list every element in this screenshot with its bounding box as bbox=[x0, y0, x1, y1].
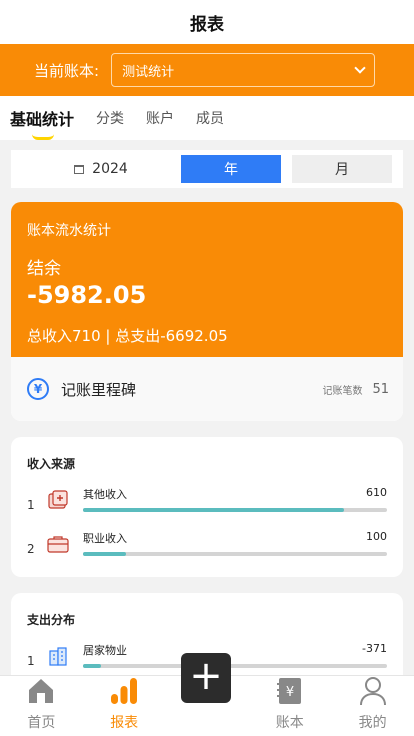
user-icon bbox=[358, 676, 388, 706]
home-icon bbox=[26, 676, 56, 706]
progress-fill bbox=[83, 552, 126, 556]
plus-icon: + bbox=[189, 653, 223, 699]
tabbar-report-label: 报表 bbox=[110, 715, 139, 731]
tabbar-mine[interactable]: 我的 bbox=[331, 676, 414, 736]
tabbar-mine-label: 我的 bbox=[358, 715, 387, 731]
balance-value: -5982.05 bbox=[27, 281, 147, 309]
tab-member[interactable]: 成员 bbox=[196, 108, 224, 128]
tab-label: 账户 bbox=[146, 111, 175, 127]
list-item[interactable]: 2 职业收入 100 bbox=[27, 530, 387, 574]
tab-label: 基础统计 bbox=[10, 110, 75, 129]
flow-summary: 账本流水统计 结余 -5982.05 总收入710 | 总支出-6692.05 bbox=[11, 202, 403, 357]
tab-label: 分类 bbox=[96, 111, 125, 127]
briefcase-icon bbox=[47, 534, 69, 554]
book-select-value: 测试统计 bbox=[122, 64, 175, 80]
page-title-text: 报表 bbox=[190, 14, 224, 35]
record-count-label: 记账笔数 bbox=[322, 385, 363, 397]
rank: 1 bbox=[27, 654, 35, 668]
item-name: 职业收入 bbox=[83, 532, 127, 545]
segment-month-label: 月 bbox=[335, 162, 349, 178]
year-value: 2024 bbox=[92, 161, 128, 177]
segment-year-label: 年 bbox=[224, 162, 238, 178]
segment-month[interactable]: 月 bbox=[292, 155, 392, 183]
item-value: 610 bbox=[366, 486, 387, 499]
tabbar-book[interactable]: ¥ 账本 bbox=[248, 676, 331, 736]
list-item[interactable]: 1 其他收入 610 bbox=[27, 486, 387, 530]
report-tabs: 基础统计 分类 账户 成员 bbox=[0, 96, 414, 140]
calendar-icon bbox=[74, 164, 85, 174]
progress-track bbox=[83, 664, 387, 668]
tab-label: 成员 bbox=[196, 111, 225, 127]
add-record-button[interactable]: + bbox=[181, 653, 231, 703]
milestone-row[interactable]: ¥ 记账里程碑 记账笔数 51 bbox=[11, 357, 403, 421]
book-label: 当前账本: bbox=[34, 61, 100, 80]
active-tab-indicator bbox=[32, 134, 54, 140]
progress-track bbox=[83, 552, 387, 556]
item-name: 居家物业 bbox=[83, 644, 127, 657]
expense-panel-title: 支出分布 bbox=[27, 613, 76, 627]
red-envelope-icon bbox=[47, 490, 69, 510]
rank: 1 bbox=[27, 498, 35, 512]
progress-fill bbox=[83, 664, 102, 668]
flow-stats-card: 账本流水统计 结余 -5982.05 总收入710 | 总支出-6692.05 … bbox=[11, 202, 403, 421]
chevron-down-icon bbox=[354, 62, 366, 74]
year-picker[interactable]: 2024 bbox=[21, 161, 181, 177]
item-value: 100 bbox=[366, 530, 387, 543]
book-selector-bar: 当前账本: 测试统计 bbox=[0, 44, 414, 96]
balance-label: 结余 bbox=[27, 259, 61, 279]
tab-account[interactable]: 账户 bbox=[146, 108, 174, 128]
ledger-icon: ¥ bbox=[275, 676, 305, 706]
record-count: 51 bbox=[372, 381, 389, 397]
tab-basic-stats[interactable]: 基础统计 bbox=[10, 106, 75, 140]
svg-text:¥: ¥ bbox=[286, 685, 294, 700]
income-panel-title: 收入来源 bbox=[27, 457, 76, 471]
rank: 2 bbox=[27, 542, 35, 556]
book-select[interactable]: 测试统计 bbox=[111, 53, 376, 87]
tabbar-report[interactable]: 报表 bbox=[83, 676, 166, 736]
tabbar-home-label: 首页 bbox=[27, 715, 56, 731]
flow-title: 账本流水统计 bbox=[27, 223, 111, 239]
page-title: 报表 bbox=[0, 0, 414, 44]
income-source-panel: 收入来源 1 其他收入 610 2 职业收入 100 bbox=[11, 437, 403, 577]
progress-track bbox=[83, 508, 387, 512]
tabbar-home[interactable]: 首页 bbox=[0, 676, 83, 736]
period-selector: 2024 年 月 bbox=[11, 150, 403, 188]
milestone-label: 记账里程碑 bbox=[61, 380, 137, 399]
income-expense-summary: 总收入710 | 总支出-6692.05 bbox=[27, 327, 228, 345]
item-value: -371 bbox=[362, 642, 387, 655]
bar-chart-icon bbox=[109, 676, 139, 706]
yen-icon: ¥ bbox=[27, 378, 49, 400]
segment-year[interactable]: 年 bbox=[181, 155, 281, 183]
tab-category[interactable]: 分类 bbox=[96, 108, 124, 128]
item-name: 其他收入 bbox=[83, 488, 127, 501]
tabbar-book-label: 账本 bbox=[275, 715, 304, 731]
progress-fill bbox=[83, 508, 345, 512]
building-icon bbox=[47, 646, 69, 666]
